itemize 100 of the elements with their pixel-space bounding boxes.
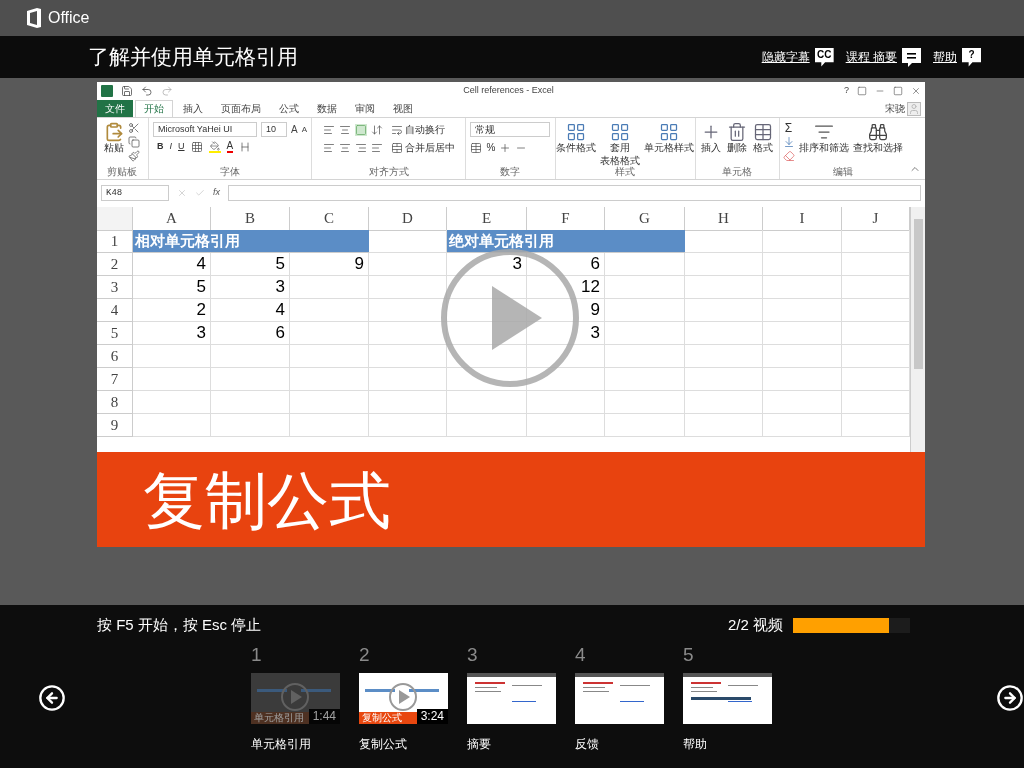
indent-icon (370, 141, 383, 154)
italic-button[interactable]: I (169, 140, 173, 154)
row-header[interactable]: 5 (97, 322, 133, 345)
orientation-icon (370, 123, 383, 136)
format-icon (753, 122, 774, 142)
caption-title: 复制公式 (143, 469, 391, 532)
redo-icon[interactable] (161, 85, 173, 97)
thumbnail-caption: 单元格引用 (254, 712, 304, 724)
next-button[interactable] (996, 684, 1024, 712)
font-size-field[interactable]: 10 (261, 122, 287, 137)
align-center-icon (338, 141, 351, 154)
autosum-button[interactable]: Σ (784, 122, 793, 134)
row-header[interactable]: 2 (97, 253, 133, 276)
ribbon-tab[interactable]: 数据 (309, 100, 345, 117)
percent-button[interactable]: % (486, 140, 496, 155)
help-icon: ? (962, 47, 981, 67)
formula-field[interactable] (228, 185, 921, 201)
column-header[interactable]: D (369, 207, 447, 231)
grow-font-button[interactable]: A (291, 122, 298, 137)
lesson-item[interactable]: 1 单元格引用 1:44 单元格引用 (251, 643, 340, 753)
user-name: 宋骁 (885, 102, 905, 116)
wrap-text-button[interactable]: 自动换行 (390, 122, 445, 137)
cut-icon (128, 122, 141, 134)
shrink-font-button[interactable]: A (301, 123, 308, 136)
align-top-icon (322, 123, 335, 136)
avatar (907, 101, 921, 116)
find-select-button[interactable]: 查找和选择 (852, 122, 903, 162)
group-label: 样式 (615, 167, 636, 177)
ribbon-tab[interactable]: 视图 (385, 100, 421, 117)
previous-button[interactable] (38, 684, 66, 712)
bold-button[interactable]: B (157, 140, 164, 154)
increase-decimal-icon (499, 141, 512, 154)
undo-icon[interactable] (141, 85, 153, 97)
scrollbar[interactable] (910, 207, 925, 452)
lesson-item[interactable]: 3 摘要 (467, 643, 556, 753)
fill-color-icon[interactable] (208, 140, 221, 153)
name-box[interactable]: K48 (101, 185, 169, 201)
paste-button[interactable]: 粘贴 (104, 122, 125, 162)
ribbon-tab[interactable]: 审阅 (347, 100, 383, 117)
function-button[interactable]: fx (213, 186, 220, 200)
ribbon-tab[interactable]: 插入 (175, 100, 211, 117)
lesson-item[interactable]: 4 反馈 (575, 643, 664, 753)
video-count: 2/2 视频 (727, 614, 783, 635)
help-button[interactable]: ? (844, 84, 849, 98)
thumbnail-caption: 复制公式 (362, 712, 402, 724)
column-header[interactable]: J (842, 207, 910, 231)
ribbon-tab[interactable]: 文件 (97, 100, 133, 117)
font-name-field[interactable]: Microsoft YaHei UI (153, 122, 257, 137)
eraser-icon (782, 150, 795, 162)
lesson-label: 摘要 (467, 736, 491, 753)
table-cell: 3 (133, 322, 211, 345)
group-label: 数字 (500, 167, 521, 177)
table-cell: 9 (290, 253, 369, 276)
table-cell: 6 (527, 253, 605, 276)
table-style-icon (659, 122, 680, 142)
play-icon[interactable] (440, 248, 580, 388)
brush-icon (128, 150, 141, 162)
table-style-icon (610, 122, 631, 142)
ribbon-tab[interactable]: 开始 (135, 100, 173, 117)
row-header[interactable]: 9 (97, 414, 133, 437)
lesson-item[interactable]: 5 帮助 (683, 643, 772, 753)
wrap-icon (390, 123, 403, 136)
style-button[interactable]: 套用 表格格式 (600, 122, 641, 167)
row-header[interactable]: 7 (97, 368, 133, 391)
heading-cell: 相对单元格引用 (133, 230, 369, 253)
table-cell: 5 (133, 276, 211, 299)
header-link[interactable]: 帮助 (933, 48, 957, 66)
row-header[interactable]: 6 (97, 345, 133, 368)
lesson-number: 2 (359, 644, 370, 666)
cells-button[interactable]: 格式 (753, 122, 774, 155)
table-cell: 2 (133, 299, 211, 322)
cells-button[interactable]: 插入 (701, 122, 722, 155)
table-cell: 3 (447, 253, 527, 276)
lesson-label: 反馈 (575, 736, 599, 753)
font-color-button[interactable]: A (226, 140, 234, 153)
lesson-item[interactable]: 2 复制公式 3:24 复制公式 (359, 643, 448, 753)
row-header[interactable]: 4 (97, 299, 133, 322)
maximize-icon (893, 86, 903, 96)
underline-button[interactable]: U (178, 140, 185, 154)
style-button[interactable]: 单元格样式 (644, 122, 695, 155)
table-cell: 12 (527, 276, 605, 299)
sort-filter-button[interactable]: 排序和筛选 (798, 122, 849, 162)
merge-center-button[interactable]: 合并后居中 (390, 140, 455, 155)
save-icon[interactable] (121, 85, 133, 97)
row-header[interactable]: 8 (97, 391, 133, 414)
style-button[interactable]: 条件格式 (556, 122, 597, 155)
column-header[interactable]: H (685, 207, 763, 231)
header-link[interactable]: 课程 摘要 (845, 48, 897, 66)
border-icon (190, 140, 203, 153)
header-link[interactable]: 隐藏字幕 (761, 48, 810, 66)
column-header[interactable]: I (763, 207, 842, 231)
number-format-field[interactable]: 常规 (470, 122, 551, 137)
ribbon-tab[interactable]: 页面布局 (213, 100, 269, 117)
lesson-label: 帮助 (683, 736, 707, 753)
group-label: 字体 (220, 167, 241, 177)
ribbon-tab[interactable]: 公式 (271, 100, 307, 117)
keyboard-hint: 按 F5 开始，按 Esc 停止 (97, 614, 263, 635)
cells-button[interactable]: 删除 (727, 122, 748, 155)
row-header[interactable]: 3 (97, 276, 133, 299)
lesson-number: 3 (467, 644, 478, 666)
